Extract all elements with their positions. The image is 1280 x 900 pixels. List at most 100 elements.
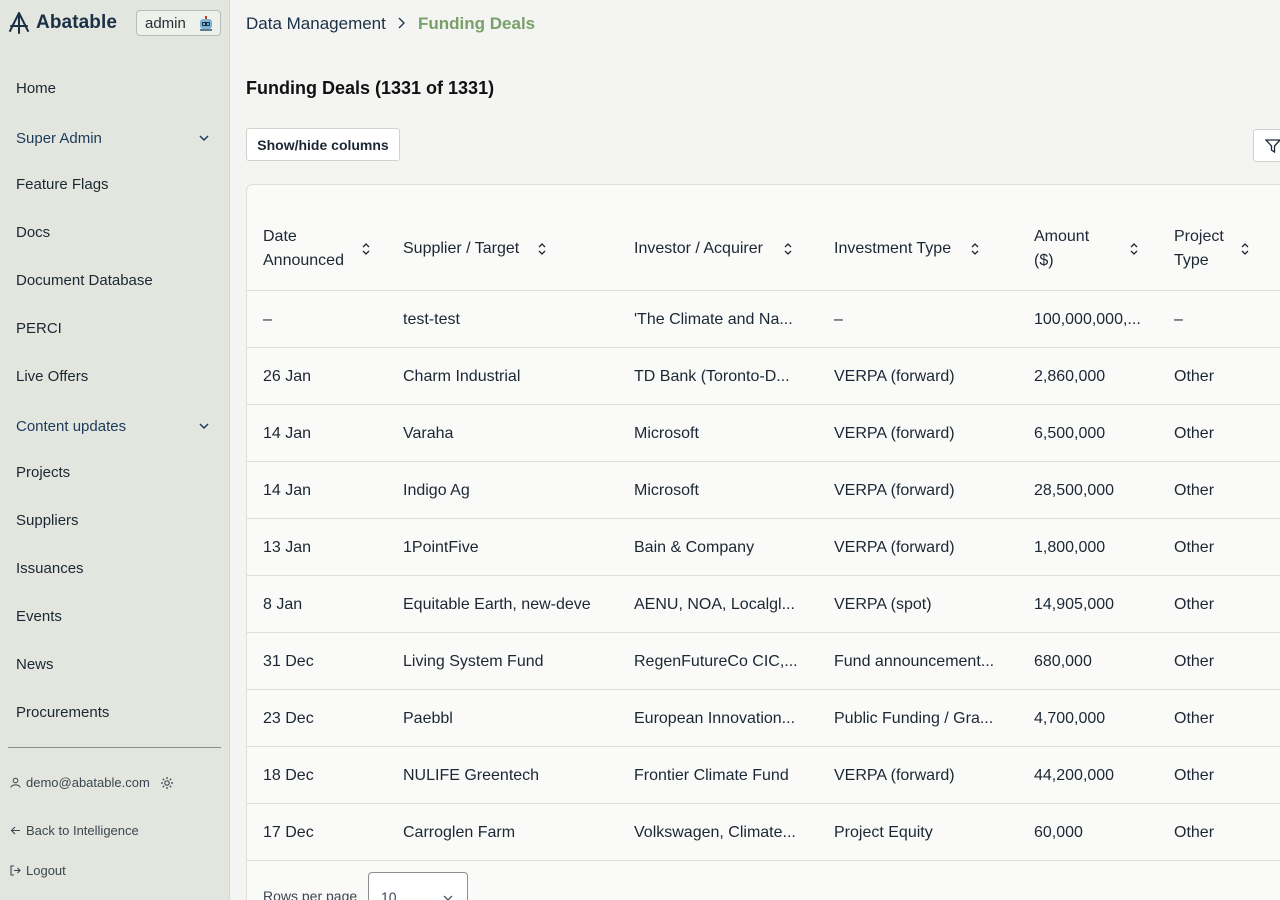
sort-icon[interactable] (1129, 242, 1139, 256)
column-header-investor-acquirer[interactable]: Investor / Acquirer (634, 237, 763, 261)
rows-per-page-select[interactable]: 10 (368, 872, 468, 900)
table-row[interactable]: 8 Jan Equitable Earth, new-deve AENU, NO… (247, 576, 1280, 633)
sidebar-item-projects[interactable]: Projects (16, 464, 70, 481)
arrow-left-icon (10, 826, 20, 835)
cell-supplier: Varaha (403, 425, 454, 442)
cell-investor: Microsoft (634, 482, 699, 499)
user-icon (10, 777, 21, 788)
cell-investment-type: VERPA (forward) (834, 767, 955, 784)
page-title: Funding Deals (1331 of 1331) (246, 78, 495, 98)
cell-project-type: Other (1174, 368, 1215, 385)
column-header-project-type[interactable]: Project Type (1174, 225, 1224, 273)
sidebar-item-content-updates[interactable]: Content updates (16, 418, 126, 435)
sidebar-item-home[interactable]: Home (16, 80, 56, 97)
cell-project-type: Other (1174, 767, 1215, 784)
table-row[interactable]: 13 Jan 1PointFive Bain & Company VERPA (… (247, 519, 1280, 576)
sidebar-item-suppliers[interactable]: Suppliers (16, 512, 79, 529)
sidebar: Abatable admin Home Super Admin Feature … (0, 0, 230, 900)
pagination: Rows per page 10 (247, 860, 1280, 900)
cell-supplier: NULIFE Greentech (403, 767, 540, 784)
cell-supplier: Charm Industrial (403, 368, 521, 385)
cell-investor: 'The Climate and Na... (634, 311, 793, 328)
column-header-date-announced[interactable]: Date Announced (263, 225, 344, 273)
cell-date: 17 Dec (263, 824, 314, 841)
cell-date: 13 Jan (263, 539, 312, 556)
column-header-supplier-target[interactable]: Supplier / Target (403, 237, 519, 261)
cell-supplier: 1PointFive (403, 539, 479, 556)
funding-deals-table: Date Announced Supplier / Target Investor… (246, 184, 1280, 900)
sidebar-item-issuances[interactable]: Issuances (16, 560, 84, 577)
table-row[interactable]: 26 Jan Charm Industrial TD Bank (Toronto… (247, 348, 1280, 405)
sidebar-item-news[interactable]: News (16, 656, 54, 673)
cell-project-type: Other (1174, 596, 1215, 613)
cell-investment-type: VERPA (forward) (834, 482, 955, 499)
logout-link[interactable]: Logout (10, 863, 66, 878)
sidebar-item-live-offers[interactable]: Live Offers (16, 368, 88, 385)
chevron-down-icon[interactable] (198, 132, 210, 144)
sidebar-item-docs[interactable]: Docs (16, 224, 50, 241)
cell-amount: 28,500,000 (1034, 482, 1115, 499)
logout-label: Logout (26, 863, 66, 878)
cell-supplier: Indigo Ag (403, 482, 470, 499)
sidebar-item-procurements[interactable]: Procurements (16, 704, 109, 721)
cell-date: 31 Dec (263, 653, 314, 670)
cell-amount: 60,000 (1034, 824, 1083, 841)
cell-investment-type: VERPA (forward) (834, 368, 955, 385)
cell-project-type: Other (1174, 710, 1215, 727)
table-row[interactable]: 14 Jan Varaha Microsoft VERPA (forward) … (247, 405, 1280, 462)
cell-date: 8 Jan (263, 596, 303, 613)
rows-per-page-label: Rows per page (263, 888, 358, 900)
table-row[interactable]: 23 Dec Paebbl European Innovation... Pub… (247, 690, 1280, 747)
cell-investment-type: VERPA (forward) (834, 539, 955, 556)
cell-investor: RegenFutureCo CIC,... (634, 653, 798, 670)
sidebar-item-events[interactable]: Events (16, 608, 62, 625)
table-row[interactable]: 17 Dec Carroglen Farm Volkswagen, Climat… (247, 804, 1280, 861)
sidebar-item-perci[interactable]: PERCI (16, 320, 62, 337)
filter-button[interactable] (1253, 129, 1280, 162)
cell-investor: Frontier Climate Fund (634, 767, 789, 784)
cell-investment-type: Project Equity (834, 824, 933, 841)
sidebar-item-document-database[interactable]: Document Database (16, 272, 153, 289)
table-row[interactable]: 31 Dec Living System Fund RegenFutureCo … (247, 633, 1280, 690)
back-to-intelligence-link[interactable]: Back to Intelligence (10, 823, 139, 838)
cell-project-type: Other (1174, 824, 1215, 841)
admin-badge[interactable]: admin (136, 10, 221, 36)
sort-icon[interactable] (361, 242, 371, 256)
table-header: Date Announced Supplier / Target Investor… (247, 185, 1280, 291)
cell-amount: 100,000,000,... (1034, 311, 1141, 328)
cell-amount: 1,800,000 (1034, 539, 1106, 556)
breadcrumb-data-management[interactable]: Data Management (246, 14, 386, 34)
gear-icon[interactable] (160, 776, 174, 790)
table-row[interactable]: 18 Dec NULIFE Greentech Frontier Climate… (247, 747, 1280, 804)
column-header-amount[interactable]: Amount ($) (1034, 225, 1089, 273)
cell-supplier: Living System Fund (403, 653, 544, 670)
table-row[interactable]: – test-test 'The Climate and Na... – 100… (247, 291, 1280, 348)
user-account[interactable]: demo@abatable.com (10, 775, 179, 790)
cell-supplier: Paebbl (403, 710, 453, 727)
cell-amount: 14,905,000 (1034, 596, 1115, 613)
sidebar-item-feature-flags[interactable]: Feature Flags (16, 176, 109, 193)
cell-investor: European Innovation... (634, 710, 796, 727)
cell-amount: 6,500,000 (1034, 425, 1106, 442)
user-email: demo@abatable.com (26, 775, 150, 790)
sort-icon[interactable] (783, 242, 793, 256)
sort-icon[interactable] (537, 242, 547, 256)
cell-investment-type: VERPA (spot) (834, 596, 932, 613)
sidebar-item-super-admin[interactable]: Super Admin (16, 130, 102, 147)
show-hide-columns-button[interactable]: Show/hide columns (246, 128, 400, 161)
cell-investment-type: Fund announcement... (834, 653, 995, 670)
chevron-right-icon (398, 17, 405, 29)
cell-investor: AENU, NOA, Localgl... (634, 596, 795, 613)
brand[interactable]: Abatable (8, 10, 117, 36)
sort-icon[interactable] (970, 242, 980, 256)
admin-badge-label: admin (145, 14, 186, 32)
cell-investor: TD Bank (Toronto-D... (634, 368, 790, 385)
cell-date: 14 Jan (263, 425, 312, 442)
column-header-investment-type[interactable]: Investment Type (834, 237, 951, 261)
table-row[interactable]: 14 Jan Indigo Ag Microsoft VERPA (forwar… (247, 462, 1280, 519)
sort-icon[interactable] (1240, 242, 1250, 256)
filter-icon (1265, 139, 1280, 153)
cell-supplier: Equitable Earth, new-deve (403, 596, 591, 613)
chevron-down-icon[interactable] (198, 420, 210, 432)
cell-investment-type: Public Funding / Gra... (834, 710, 994, 727)
